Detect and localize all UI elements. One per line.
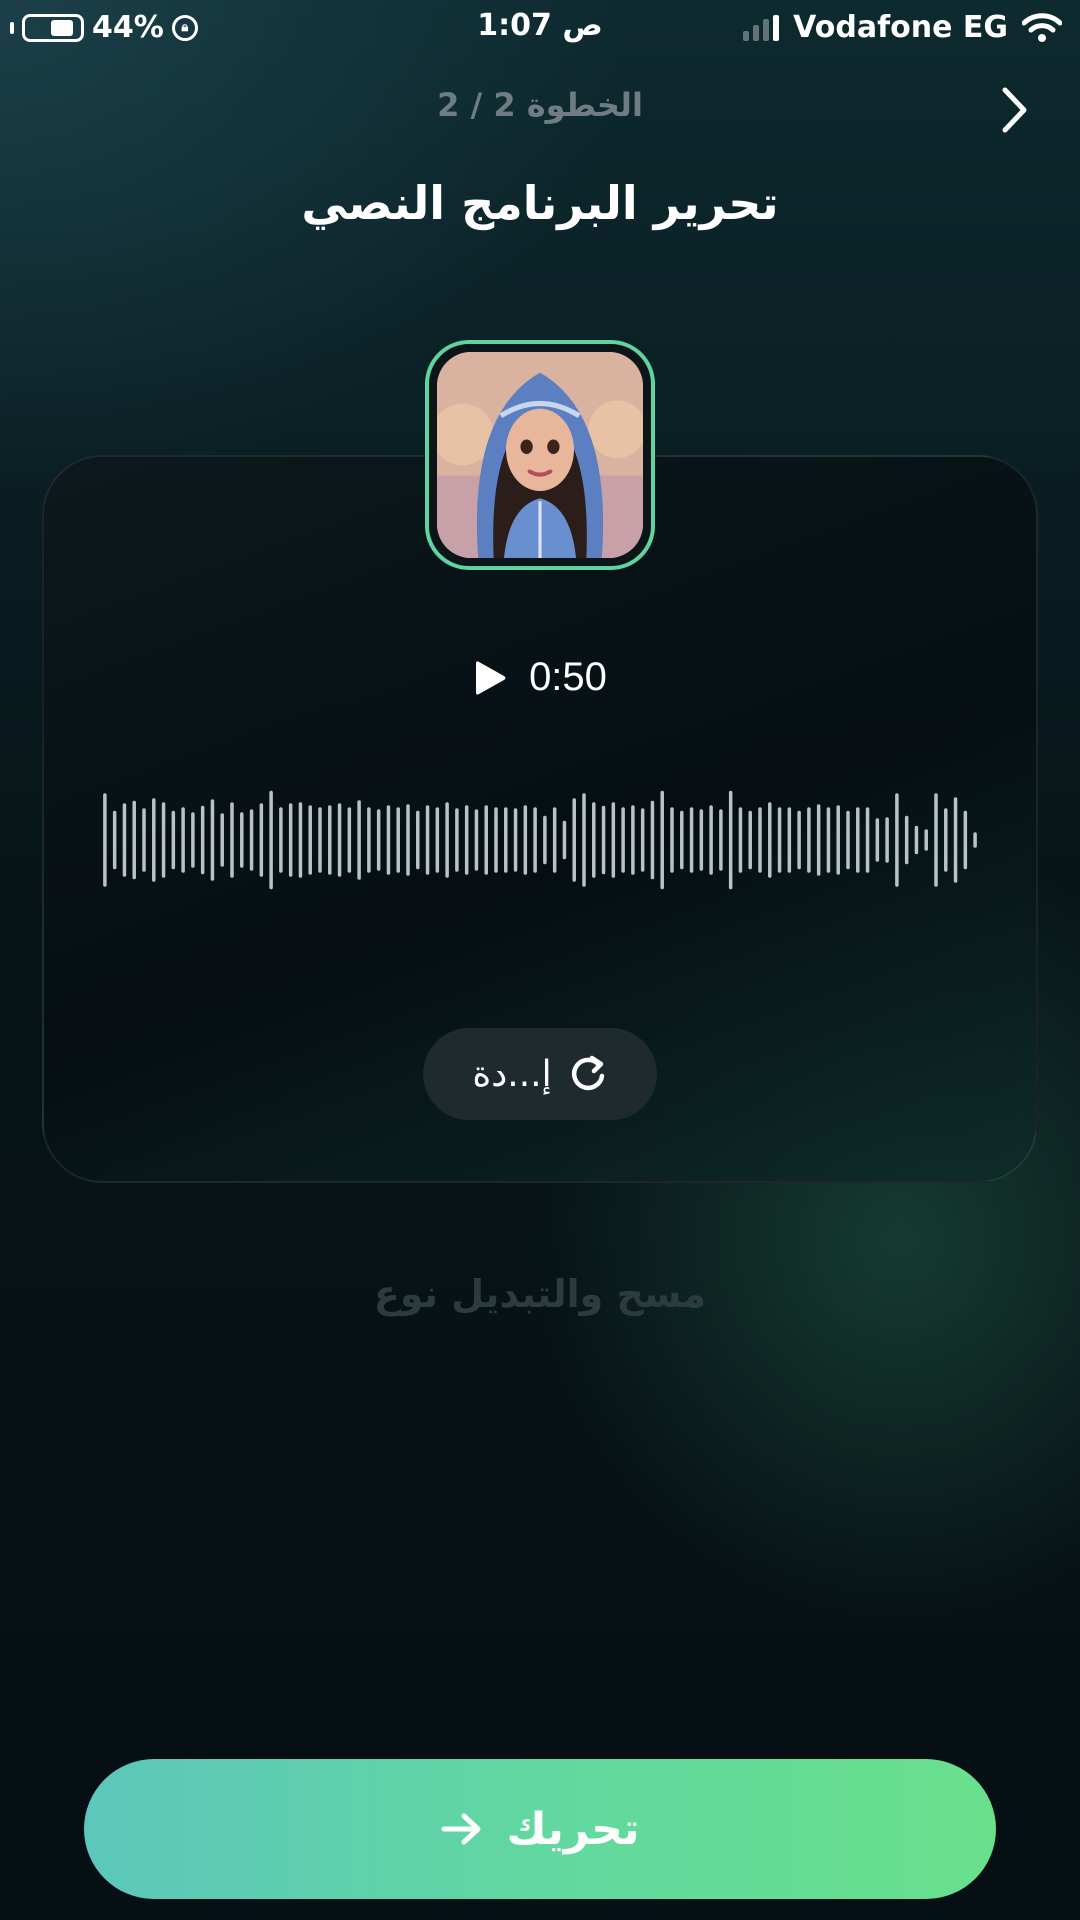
regenerate-button[interactable]: إ...دة [423, 1028, 657, 1120]
status-bar: 44% 🔒︎ 1:07 ص Vodafone EG [0, 0, 1080, 56]
step-indicator: الخطوة 2 / 2 [437, 86, 643, 124]
audio-waveform[interactable] [100, 790, 980, 890]
animate-button-label: تحريك [506, 1803, 640, 1855]
regenerate-label: إ...دة [472, 1053, 552, 1095]
audio-player: 0:50 [0, 655, 1080, 700]
avatar [425, 340, 655, 570]
animate-button[interactable]: تحريك [84, 1759, 996, 1899]
play-icon[interactable] [473, 658, 507, 698]
avatar-image [437, 352, 643, 558]
avatar-illustration [437, 352, 643, 558]
wifi-icon [1022, 12, 1062, 42]
status-right: Vodafone EG [743, 10, 1062, 45]
clear-and-switch-link[interactable]: مسح والتبديل نوع [0, 1272, 1080, 1316]
cellular-signal-icon [743, 14, 780, 41]
carrier-name: Vodafone EG [793, 10, 1008, 45]
arrow-right-icon [441, 1813, 481, 1845]
page-title: تحرير البرنامج النصي [301, 176, 779, 230]
audio-duration: 0:50 [529, 655, 607, 699]
reload-icon [571, 1055, 604, 1091]
